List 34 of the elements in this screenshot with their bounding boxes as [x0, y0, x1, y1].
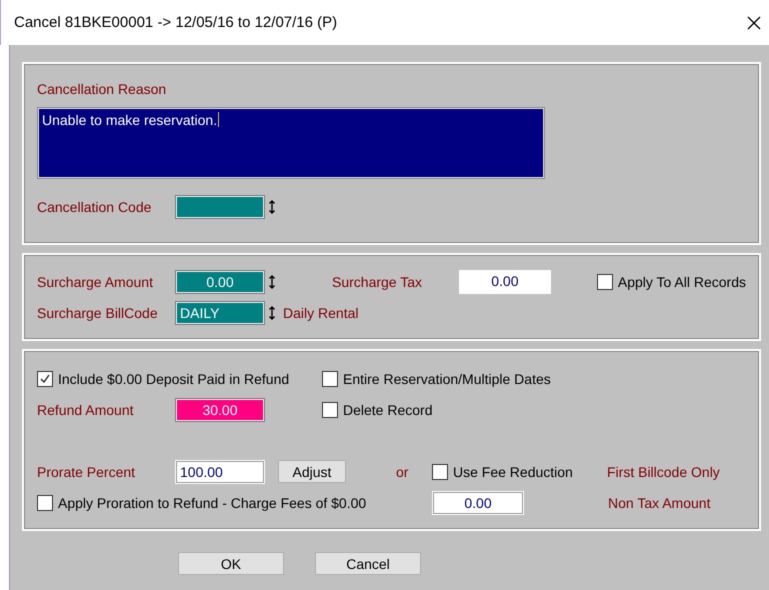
- fee-reduction-checkbox[interactable]: Use Fee Reduction: [432, 464, 607, 480]
- billcode-field[interactable]: DAILY: [175, 300, 265, 324]
- prorate-field[interactable]: 100.00: [175, 460, 265, 484]
- first-billcode-label: First Billcode Only: [607, 464, 720, 480]
- code-field[interactable]: [175, 194, 265, 218]
- close-icon[interactable]: [747, 16, 761, 30]
- field-label: Surcharge Amount: [37, 274, 154, 290]
- cancel-button[interactable]: Cancel: [315, 552, 421, 575]
- adjust-button[interactable]: Adjust: [278, 460, 346, 483]
- refund-amount-field[interactable]: 30.00: [175, 398, 265, 422]
- apply-proration-checkbox[interactable]: Apply Proration to Refund - Charge Fees of $0.00: [37, 494, 432, 510]
- field-label: Cancellation Code: [37, 198, 152, 214]
- field-label: Refund Amount: [37, 402, 135, 418]
- non-tax-amount-field[interactable]: 0.00: [432, 490, 524, 514]
- spinner-icon[interactable]: [269, 306, 275, 320]
- reason-field[interactable]: Unable to make reservation.: [37, 107, 545, 179]
- delete-record-checkbox[interactable]: Delete Record: [322, 402, 432, 418]
- field-label: Surcharge Tax: [332, 274, 424, 290]
- apply-all-checkbox[interactable]: Apply To All Records: [596, 274, 746, 290]
- include-deposit-checkbox[interactable]: Include $0.00 Deposit Paid in Refund: [37, 370, 322, 386]
- field-label: Surcharge BillCode: [37, 304, 159, 320]
- billcode-description: Daily Rental: [283, 304, 358, 320]
- non-tax-amount-label: Non Tax Amount: [608, 494, 710, 510]
- or-label: or: [396, 464, 410, 480]
- spinner-icon[interactable]: [269, 274, 275, 288]
- surcharge-amount-field[interactable]: 0.00: [175, 270, 265, 294]
- window-title: Cancel 81BKE00001 -> 12/05/16 to 12/07/16 (P): [14, 14, 338, 31]
- surcharge-tax-field[interactable]: 0.00: [458, 270, 551, 294]
- field-label: Prorate Percent: [37, 464, 136, 480]
- entire-reservation-checkbox[interactable]: Entire Reservation/Multiple Dates: [322, 370, 551, 386]
- ok-button[interactable]: OK: [178, 552, 284, 575]
- spinner-icon[interactable]: [269, 200, 275, 214]
- check-icon: [39, 372, 51, 384]
- field-label: Cancellation Reason: [37, 81, 166, 97]
